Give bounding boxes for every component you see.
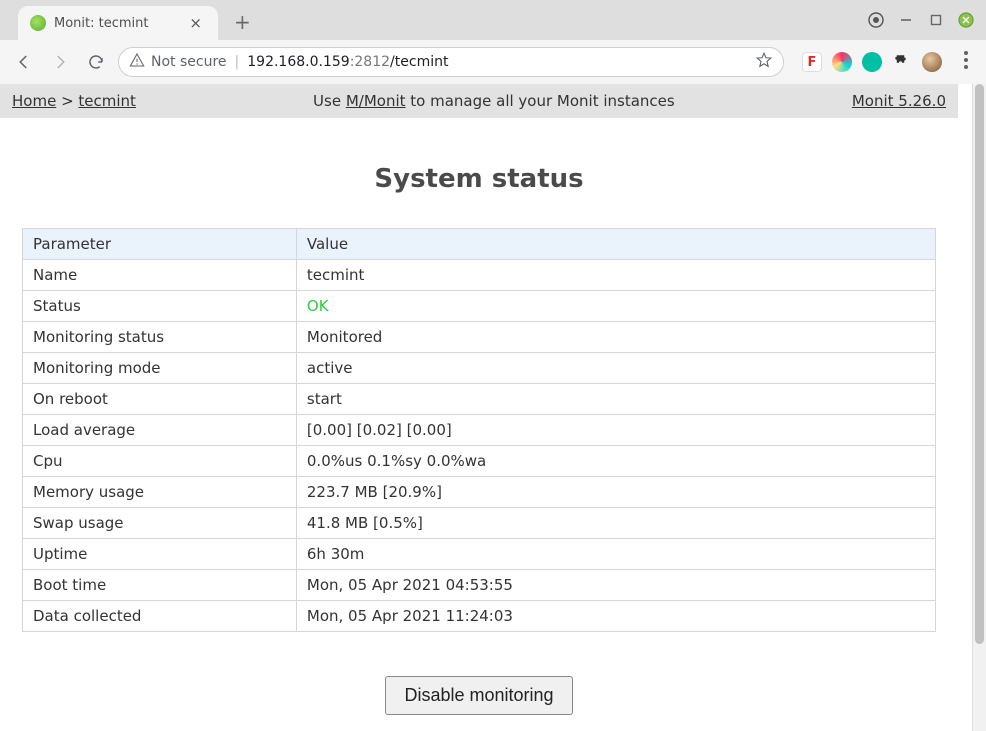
vertical-scrollbar[interactable]: [972, 84, 986, 731]
table-header-row: Parameter Value: [23, 229, 936, 260]
window-close-button[interactable]: [958, 12, 974, 28]
col-header-value: Value: [296, 229, 935, 260]
param-cell: Data collected: [23, 601, 297, 632]
param-cell: Monitoring status: [23, 322, 297, 353]
value-cell: start: [296, 384, 935, 415]
table-row: Uptime6h 30m: [23, 539, 936, 570]
browser-tab[interactable]: Monit: tecmint ×: [18, 6, 218, 40]
table-row: Monitoring modeactive: [23, 353, 936, 384]
new-tab-button[interactable]: +: [226, 6, 259, 38]
value-cell: Mon, 05 Apr 2021 04:53:55: [296, 570, 935, 601]
extension-icon[interactable]: [832, 52, 852, 72]
forward-button[interactable]: [46, 48, 74, 76]
window-maximize-button[interactable]: [928, 12, 944, 28]
table-row: On rebootstart: [23, 384, 936, 415]
table-row: Data collectedMon, 05 Apr 2021 11:24:03: [23, 601, 936, 632]
center-suffix: to manage all your Monit instances: [406, 92, 675, 110]
browser-chrome: Monit: tecmint × +: [0, 0, 986, 84]
disable-monitoring-button[interactable]: Disable monitoring: [385, 676, 572, 715]
value-cell: OK: [296, 291, 935, 322]
value-cell: 41.8 MB [0.5%]: [296, 508, 935, 539]
account-indicator-icon[interactable]: [868, 12, 884, 28]
address-bar[interactable]: Not secure | 192.168.0.159:2812/tecmint: [118, 47, 784, 77]
extension-icons: F: [792, 52, 948, 72]
browser-menu-button[interactable]: [956, 47, 976, 77]
monit-center-text: Use M/Monit to manage all your Monit ins…: [136, 92, 852, 110]
param-cell: On reboot: [23, 384, 297, 415]
param-cell: Cpu: [23, 446, 297, 477]
table-row: Load average[0.00] [0.02] [0.00]: [23, 415, 936, 446]
url-port: :2812: [350, 54, 390, 70]
url-text: 192.168.0.159:2812/tecmint: [247, 54, 448, 70]
table-row: StatusOK: [23, 291, 936, 322]
extension-icon[interactable]: [862, 52, 882, 72]
param-cell: Load average: [23, 415, 297, 446]
flipboard-extension-icon[interactable]: F: [802, 52, 822, 72]
address-separator: |: [235, 54, 240, 70]
value-cell: tecmint: [296, 260, 935, 291]
table-row: Boot timeMon, 05 Apr 2021 04:53:55: [23, 570, 936, 601]
tab-title: Monit: tecmint: [54, 16, 185, 31]
param-cell: Name: [23, 260, 297, 291]
back-button[interactable]: [10, 48, 38, 76]
table-row: Memory usage223.7 MB [20.9%]: [23, 477, 936, 508]
param-cell: Swap usage: [23, 508, 297, 539]
tab-favicon-icon: [30, 15, 46, 31]
table-row: Nametecmint: [23, 260, 936, 291]
value-cell: 6h 30m: [296, 539, 935, 570]
url-host: 192.168.0.159: [247, 54, 349, 70]
tab-close-button[interactable]: ×: [185, 12, 206, 34]
url-path: /tecmint: [390, 54, 448, 70]
extensions-menu-icon[interactable]: [892, 52, 912, 72]
reload-button[interactable]: [82, 48, 110, 76]
viewport: Home > tecmint Use M/Monit to manage all…: [0, 84, 986, 731]
profile-avatar-icon[interactable]: [922, 52, 942, 72]
table-row: Monitoring statusMonitored: [23, 322, 936, 353]
value-cell: Monitored: [296, 322, 935, 353]
window-minimize-button[interactable]: [898, 12, 914, 28]
param-cell: Monitoring mode: [23, 353, 297, 384]
home-link[interactable]: Home: [12, 92, 56, 110]
value-cell: 223.7 MB [20.9%]: [296, 477, 935, 508]
value-cell: active: [296, 353, 935, 384]
browser-toolbar: Not secure | 192.168.0.159:2812/tecmint …: [0, 40, 986, 84]
param-cell: Status: [23, 291, 297, 322]
value-cell: Mon, 05 Apr 2021 11:24:03: [296, 601, 935, 632]
table-row: Cpu0.0%us 0.1%sy 0.0%wa: [23, 446, 936, 477]
monit-top-bar: Home > tecmint Use M/Monit to manage all…: [0, 84, 958, 118]
table-row: Swap usage41.8 MB [0.5%]: [23, 508, 936, 539]
not-secure-icon: [129, 52, 145, 72]
col-header-parameter: Parameter: [23, 229, 297, 260]
value-cell: [0.00] [0.02] [0.00]: [296, 415, 935, 446]
monit-version-link[interactable]: Monit 5.26.0: [852, 92, 946, 110]
page-title: System status: [22, 164, 936, 194]
param-cell: Uptime: [23, 539, 297, 570]
bookmark-star-icon[interactable]: [755, 51, 773, 73]
breadcrumb: Home > tecmint: [12, 92, 136, 110]
breadcrumb-current[interactable]: tecmint: [78, 92, 136, 110]
mmonit-link[interactable]: M/Monit: [346, 92, 406, 110]
page-content: Home > tecmint Use M/Monit to manage all…: [0, 84, 972, 731]
not-secure-label: Not secure: [151, 54, 227, 70]
center-prefix: Use: [313, 92, 346, 110]
value-cell: 0.0%us 0.1%sy 0.0%wa: [296, 446, 935, 477]
status-table: Parameter Value NametecmintStatusOKMonit…: [22, 228, 936, 632]
param-cell: Boot time: [23, 570, 297, 601]
tab-bar: Monit: tecmint × +: [0, 0, 986, 40]
window-controls: [868, 12, 974, 28]
scrollbar-thumb[interactable]: [975, 84, 984, 644]
breadcrumb-sep: >: [56, 92, 78, 110]
param-cell: Memory usage: [23, 477, 297, 508]
